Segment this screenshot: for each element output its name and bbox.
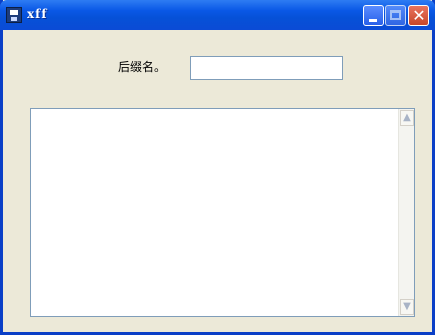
maximize-button bbox=[385, 5, 406, 26]
title-bar[interactable]: xff ✕ bbox=[0, 0, 435, 30]
vertical-scrollbar[interactable]: ▲ ▼ bbox=[398, 109, 414, 316]
suffix-label: 后缀名。 bbox=[118, 60, 167, 74]
suffix-input[interactable] bbox=[190, 56, 343, 80]
minimize-icon bbox=[369, 19, 377, 22]
maximize-icon bbox=[390, 10, 401, 20]
close-button[interactable]: ✕ bbox=[408, 5, 429, 26]
app-window: xff ✕ 后缀名。 ▲ ▼ bbox=[0, 0, 435, 335]
close-icon: ✕ bbox=[412, 6, 426, 25]
floppy-disk-icon[interactable] bbox=[6, 7, 22, 23]
scroll-up-button[interactable]: ▲ bbox=[400, 110, 414, 126]
output-textarea[interactable]: ▲ ▼ bbox=[30, 108, 415, 317]
window-title: xff bbox=[27, 7, 48, 21]
scroll-down-button[interactable]: ▼ bbox=[400, 299, 414, 315]
minimize-button[interactable] bbox=[363, 5, 384, 26]
